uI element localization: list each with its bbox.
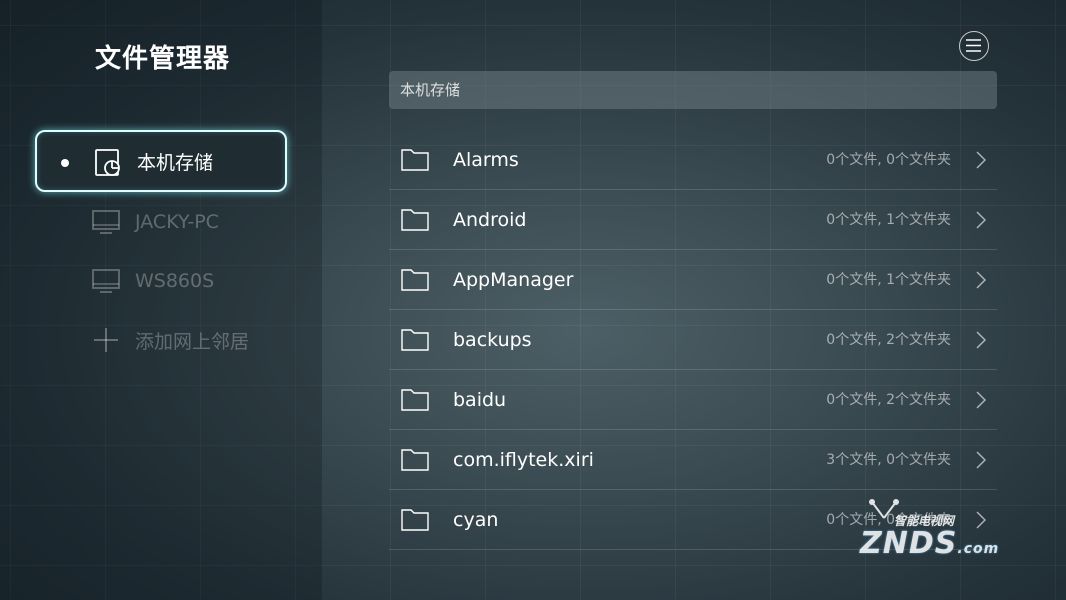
chevron-right-icon xyxy=(976,211,987,229)
sidebar-item-label: 添加网上邻居 xyxy=(135,330,250,353)
selected-dot-icon xyxy=(61,159,69,167)
file-row[interactable]: Android 0个文件, 1个文件夹 xyxy=(389,190,997,250)
sidebar: 文件管理器 本机存储 JACKY-PC WS860S 添加网上邻居 xyxy=(0,0,322,600)
folder-icon xyxy=(401,389,429,411)
file-name: cyan xyxy=(453,509,499,531)
sidebar-item-add-network-neighbor[interactable]: 添加网上邻居 xyxy=(35,309,287,371)
folder-icon xyxy=(401,449,429,471)
sidebar-item-jacky-pc[interactable]: JACKY-PC xyxy=(35,191,287,253)
file-meta: 0个文件, 1个文件夹 xyxy=(826,272,951,288)
file-name: Alarms xyxy=(453,149,519,171)
hamburger-menu-icon xyxy=(966,39,981,52)
folder-icon xyxy=(401,509,429,531)
file-name: backups xyxy=(453,329,532,351)
file-row[interactable]: Alarms 0个文件, 0个文件夹 xyxy=(389,130,997,190)
monitor-icon xyxy=(92,269,120,293)
folder-icon xyxy=(401,209,429,231)
file-row[interactable]: backups 0个文件, 2个文件夹 xyxy=(389,310,997,370)
chevron-right-icon xyxy=(976,451,987,469)
menu-button[interactable] xyxy=(959,31,989,61)
file-meta: 0个文件, 2个文件夹 xyxy=(826,392,951,408)
watermark-en-text: ZNDS.com xyxy=(860,526,1000,561)
file-row[interactable]: com.iflytek.xiri 3个文件, 0个文件夹 xyxy=(389,430,997,490)
path-bar: 本机存储 xyxy=(389,71,997,109)
chevron-right-icon xyxy=(976,331,987,349)
app-title: 文件管理器 xyxy=(95,44,231,74)
file-meta: 0个文件, 2个文件夹 xyxy=(826,332,951,348)
file-meta: 3个文件, 0个文件夹 xyxy=(826,452,951,468)
sidebar-item-label: JACKY-PC xyxy=(135,211,219,233)
folder-icon xyxy=(401,329,429,351)
chevron-right-icon xyxy=(976,271,987,289)
file-name: Android xyxy=(453,209,527,231)
plus-icon xyxy=(94,328,118,352)
storage-pie-icon xyxy=(95,149,120,176)
file-meta: 0个文件, 1个文件夹 xyxy=(826,212,951,228)
chevron-right-icon xyxy=(976,391,987,409)
sidebar-item-local-storage[interactable]: 本机存储 xyxy=(35,130,287,192)
sidebar-item-label: WS860S xyxy=(135,270,215,292)
file-row[interactable]: baidu 0个文件, 2个文件夹 xyxy=(389,370,997,430)
file-name: baidu xyxy=(453,389,507,411)
file-name: AppManager xyxy=(453,269,574,291)
file-name: com.iflytek.xiri xyxy=(453,449,594,471)
monitor-icon xyxy=(92,210,120,234)
sidebar-item-label: 本机存储 xyxy=(137,151,214,174)
chevron-right-icon xyxy=(976,151,987,169)
folder-icon xyxy=(401,149,429,171)
file-row[interactable]: AppManager 0个文件, 1个文件夹 xyxy=(389,250,997,310)
folder-icon xyxy=(401,269,429,291)
file-meta: 0个文件, 0个文件夹 xyxy=(826,152,951,168)
sidebar-item-ws860s[interactable]: WS860S xyxy=(35,250,287,312)
znds-watermark-logo: 智能电视网 ZNDS.com xyxy=(852,498,1022,568)
